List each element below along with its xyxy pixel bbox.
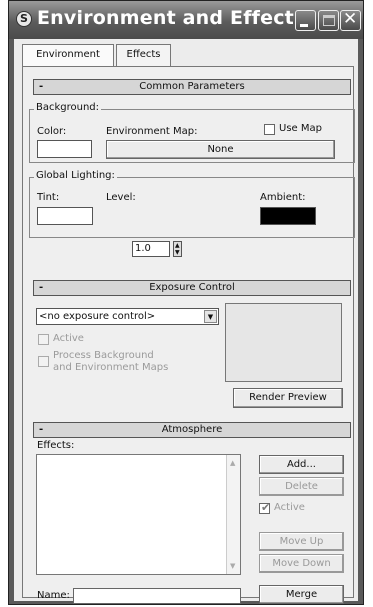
rollout-title: Atmosphere <box>161 424 223 435</box>
atmosphere-active-checkbox[interactable]: ✔ <box>259 501 271 514</box>
delete-effect-button[interactable]: Delete <box>259 477 344 496</box>
minimize-icon <box>300 24 308 27</box>
color-label: Color: <box>37 126 67 137</box>
tint-color-swatch[interactable] <box>37 207 93 225</box>
global-lighting-group: Global Lighting: Tint: Level: Ambient: <box>29 170 355 238</box>
close-icon: ✕ <box>343 9 358 29</box>
close-button[interactable]: ✕ <box>340 9 361 31</box>
add-effect-button[interactable]: Add... <box>259 455 344 474</box>
dropdown-arrow-icon[interactable]: ▼ <box>204 310 217 323</box>
process-background-label-1: Process Background <box>53 350 154 361</box>
checkmark-icon: ✔ <box>261 501 271 514</box>
atmosphere-active-label: Active <box>274 502 305 513</box>
app-icon[interactable]: S <box>16 11 32 27</box>
exposure-selected-value: <no exposure control> <box>39 311 156 322</box>
minimize-button[interactable] <box>295 10 316 31</box>
group-label: Global Lighting: <box>34 170 117 181</box>
effects-list[interactable]: ▲ ▼ <box>36 454 241 575</box>
merge-button[interactable]: Merge <box>259 585 344 604</box>
common-parameters-rollout-header[interactable]: - Common Parameters <box>33 79 351 95</box>
background-color-swatch[interactable] <box>37 140 92 158</box>
exposure-control-select[interactable]: <no exposure control> ▼ <box>36 308 219 325</box>
maximize-icon <box>323 15 335 26</box>
rollout-title: Common Parameters <box>139 81 245 92</box>
use-map-checkbox[interactable] <box>264 124 275 135</box>
level-label: Level: <box>106 192 136 203</box>
environment-map-button[interactable]: None <box>106 140 335 159</box>
effects-scrollbar[interactable]: ▲ ▼ <box>226 455 240 574</box>
effect-name-input[interactable] <box>73 588 241 604</box>
scroll-up-icon[interactable]: ▲ <box>230 459 235 467</box>
collapse-icon: - <box>39 81 44 92</box>
level-input[interactable]: 1.0 <box>132 241 170 257</box>
spinner-down-icon[interactable]: ▼ <box>175 250 180 256</box>
level-spinner[interactable]: ▲ ▼ <box>173 241 182 257</box>
process-background-label-2: and Environment Maps <box>53 362 169 373</box>
rollout-title: Exposure Control <box>149 282 235 293</box>
effects-label: Effects: <box>37 440 75 451</box>
move-up-button[interactable]: Move Up <box>259 532 344 551</box>
maximize-button[interactable] <box>318 10 339 31</box>
collapse-icon: - <box>39 282 44 293</box>
tab-effects[interactable]: Effects <box>116 44 171 66</box>
environment-tab-page: - Common Parameters Background: Color: E… <box>22 67 355 604</box>
exposure-control-rollout-header[interactable]: - Exposure Control <box>33 280 351 296</box>
window-title: Environment and Effects <box>37 7 306 29</box>
exposure-active-checkbox[interactable] <box>38 334 49 345</box>
atmosphere-rollout-header[interactable]: - Atmosphere <box>33 422 351 438</box>
process-background-checkbox[interactable] <box>38 356 49 367</box>
scroll-down-icon[interactable]: ▼ <box>230 562 235 570</box>
background-group: Background: Color: Environment Map: Use … <box>29 102 355 163</box>
render-preview-button[interactable]: Render Preview <box>233 388 343 408</box>
tab-environment[interactable]: Environment <box>22 44 114 66</box>
exposure-preview-box <box>225 303 342 382</box>
use-map-label: Use Map <box>279 123 322 134</box>
dialog-client-area: Environment Effects - Common Parameters … <box>14 39 358 604</box>
collapse-icon: - <box>39 424 44 435</box>
exposure-active-label: Active <box>53 333 84 344</box>
environment-map-label: Environment Map: <box>106 126 198 137</box>
move-down-button[interactable]: Move Down <box>259 554 344 573</box>
name-label: Name: <box>37 590 70 601</box>
group-label: Background: <box>34 102 102 113</box>
ambient-label: Ambient: <box>260 192 306 203</box>
environment-effects-window: S Environment and Effects ✕ Environment … <box>8 0 364 605</box>
tint-label: Tint: <box>37 192 60 203</box>
title-bar[interactable]: S Environment and Effects ✕ <box>9 1 363 39</box>
ambient-color-swatch[interactable] <box>260 207 316 225</box>
